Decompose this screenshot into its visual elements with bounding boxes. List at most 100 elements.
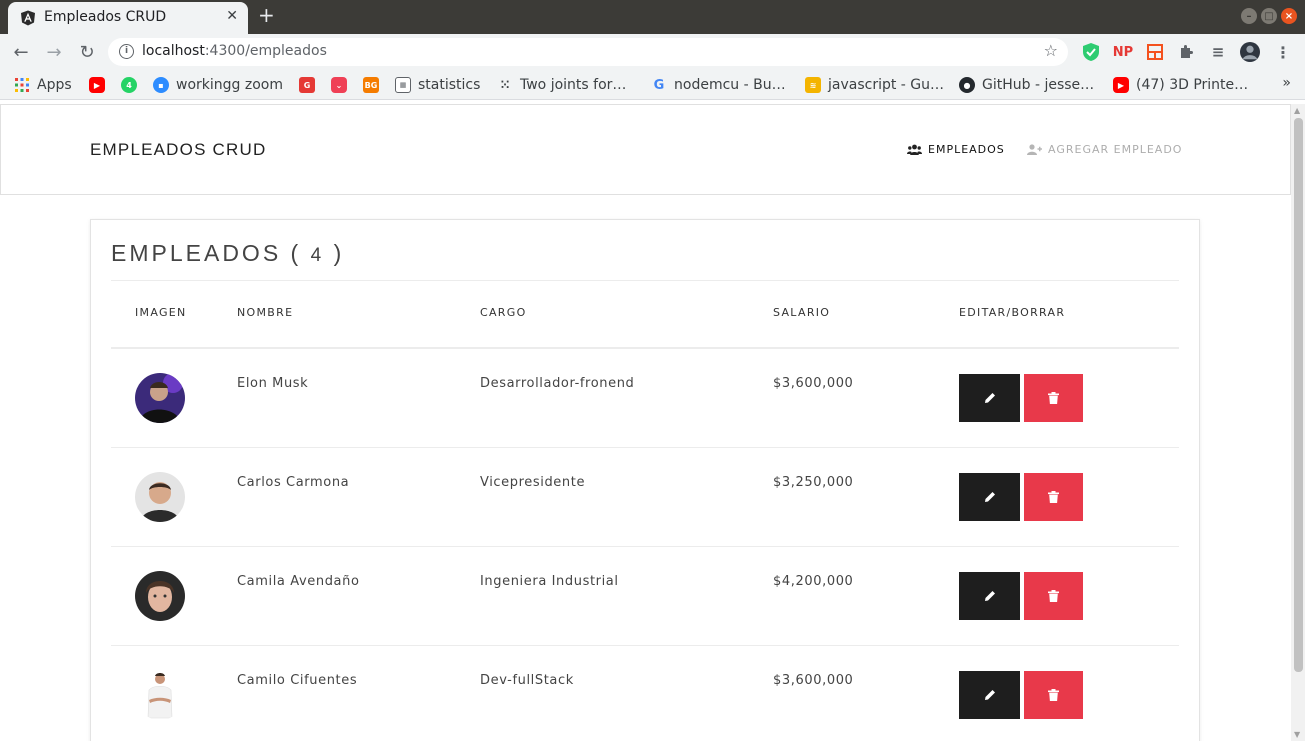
pencil-icon: [984, 690, 995, 700]
bookmarks-bar: Apps ▶ 4 ▪ workingg zoom G ⌄ BG ▦ statis…: [0, 70, 1305, 100]
reload-icon[interactable]: ↻: [75, 40, 99, 64]
bookmark-label: Apps: [37, 77, 72, 93]
youtube-icon: ▶: [1113, 77, 1129, 93]
angular-icon: [21, 10, 35, 26]
apps-grid-icon: [15, 78, 29, 92]
url-host: localhost: [142, 43, 205, 59]
zoom-icon: ▪: [153, 77, 169, 93]
bookmark-apps[interactable]: Apps: [14, 76, 72, 94]
back-arrow-icon[interactable]: ←: [9, 40, 33, 64]
bookmark-label: statistics: [418, 77, 481, 93]
minimize-icon[interactable]: –: [1241, 8, 1257, 24]
header-imagen: IMAGEN: [135, 306, 187, 319]
bookmark-javascript[interactable]: ≋ javascript - Gu…: [805, 76, 944, 94]
header-editar-borrar: EDITAR/BORRAR: [959, 306, 1066, 319]
site-info-icon[interactable]: i: [119, 44, 134, 59]
table-row: Camilo Cifuentes Dev-fullStack $3,600,00…: [111, 646, 1179, 741]
bookmark-label: (47) 3D Printe…: [1136, 77, 1249, 93]
employee-cargo: Dev-fullStack: [480, 673, 574, 688]
scroll-up-icon[interactable]: ▲: [1294, 106, 1300, 115]
bookmark-nodemcu[interactable]: G nodemcu - Bu…: [651, 76, 786, 94]
window-close-icon[interactable]: ×: [1281, 8, 1297, 24]
bookmark-github[interactable]: ● GitHub - jesse…: [959, 76, 1094, 94]
more-bookmarks-icon[interactable]: »: [1282, 75, 1291, 91]
employee-name: Camila Avendaño: [237, 574, 360, 589]
puzzle-extensions-icon[interactable]: [1176, 42, 1196, 62]
bookmark-two-joints[interactable]: ⁙ Two joints for…: [497, 76, 626, 94]
employee-cargo: Desarrollador-fronend: [480, 376, 635, 391]
bookmark-3d-printer[interactable]: ▶ (47) 3D Printe…: [1113, 76, 1248, 94]
red-app-icon: G: [299, 77, 315, 93]
pencil-icon: [984, 591, 995, 601]
bookmark-label: javascript - Gu…: [828, 77, 945, 93]
np-extension-icon[interactable]: NP: [1113, 42, 1133, 62]
avatar: [135, 373, 185, 423]
bookmark-label: nodemcu - Bu…: [674, 77, 786, 93]
edit-button[interactable]: [959, 671, 1020, 719]
shield-extension-icon[interactable]: [1081, 42, 1101, 62]
nav-agregar-empleado[interactable]: AGREGAR EMPLEADO: [1027, 143, 1182, 156]
employees-card: EMPLEADOS ( 4 ) IMAGEN NOMBRE CARGO SALA…: [90, 219, 1200, 741]
new-tab-button[interactable]: +: [258, 3, 275, 27]
page-title: EMPLEADOS ( 4 ): [111, 240, 344, 267]
bookmark-zoom[interactable]: ▪ workingg zoom: [153, 76, 283, 94]
bookmark-whatsapp[interactable]: 4: [121, 76, 137, 94]
browser-tab[interactable]: Empleados CRUD ✕: [8, 2, 248, 34]
stackoverflow-icon: ≋: [805, 77, 821, 93]
nav-empleados[interactable]: EMPLEADOS: [907, 143, 1005, 156]
bookmark-star-icon[interactable]: ☆: [1044, 41, 1058, 60]
delete-button[interactable]: [1024, 572, 1083, 620]
user-plus-icon: [1027, 144, 1042, 155]
employee-name: Carlos Carmona: [237, 475, 350, 490]
table-row: Camila Avendaño Ingeniera Industrial $4,…: [111, 547, 1179, 646]
employee-salario: $3,250,000: [773, 475, 854, 490]
users-icon: [907, 144, 922, 155]
edit-button[interactable]: [959, 473, 1020, 521]
nav-empleados-label: EMPLEADOS: [928, 143, 1005, 156]
delete-button[interactable]: [1024, 473, 1083, 521]
calculator-icon: ▦: [395, 77, 411, 93]
employee-name: Camilo Cifuentes: [237, 673, 358, 688]
nav-agregar-label: AGREGAR EMPLEADO: [1048, 143, 1183, 156]
maximize-icon[interactable]: □: [1261, 8, 1277, 24]
dots-grid-icon: ⁙: [499, 78, 511, 92]
google-icon: G: [653, 77, 665, 93]
bookmark-bg[interactable]: BG: [363, 76, 379, 94]
window-controls: – □ ×: [1241, 8, 1297, 24]
employee-salario: $4,200,000: [773, 574, 854, 589]
media-queue-icon[interactable]: ≡: [1208, 42, 1228, 62]
address-bar[interactable]: i localhost:4300/empleados ☆: [108, 38, 1068, 66]
forward-arrow-icon[interactable]: →: [42, 40, 66, 64]
page-scrollbar[interactable]: ▲ ▼: [1291, 104, 1305, 741]
trash-icon: [1048, 590, 1059, 602]
bookmark-red-app[interactable]: G: [299, 76, 315, 94]
bg-icon: BG: [363, 77, 379, 93]
youtube-icon: ▶: [89, 77, 105, 93]
browser-tab-strip: Empleados CRUD ✕ + – □ ×: [0, 0, 1305, 34]
delete-button[interactable]: [1024, 671, 1083, 719]
table-row: Carlos Carmona Vicepresidente $3,250,000: [111, 448, 1179, 547]
scrollbar-thumb[interactable]: [1294, 118, 1303, 672]
pencil-icon: [984, 393, 995, 403]
edit-button[interactable]: [959, 572, 1020, 620]
title-text: EMPLEADOS (: [111, 240, 302, 266]
url-text[interactable]: localhost:4300/empleados: [142, 43, 327, 59]
github-icon: ●: [959, 77, 975, 93]
title-divider: [111, 280, 1179, 281]
employee-cargo: Ingeniera Industrial: [480, 574, 619, 589]
whatsapp-icon: 4: [121, 77, 137, 93]
profile-avatar-icon[interactable]: [1240, 42, 1260, 62]
bookmark-pocket[interactable]: ⌄: [331, 76, 347, 94]
bookmark-statistics[interactable]: ▦ statistics: [395, 76, 480, 94]
brand-title[interactable]: EMPLEADOS CRUD: [90, 140, 266, 160]
avatar: [135, 571, 185, 621]
browser-menu-icon[interactable]: ⋮: [1273, 42, 1293, 62]
delete-button[interactable]: [1024, 374, 1083, 422]
scroll-down-icon[interactable]: ▼: [1294, 730, 1300, 739]
close-tab-icon[interactable]: ✕: [226, 8, 238, 24]
edit-button[interactable]: [959, 374, 1020, 422]
employee-salario: $3,600,000: [773, 673, 854, 688]
layout-extension-icon[interactable]: [1145, 42, 1165, 62]
bookmark-youtube[interactable]: ▶: [89, 76, 105, 94]
employee-salario: $3,600,000: [773, 376, 854, 391]
